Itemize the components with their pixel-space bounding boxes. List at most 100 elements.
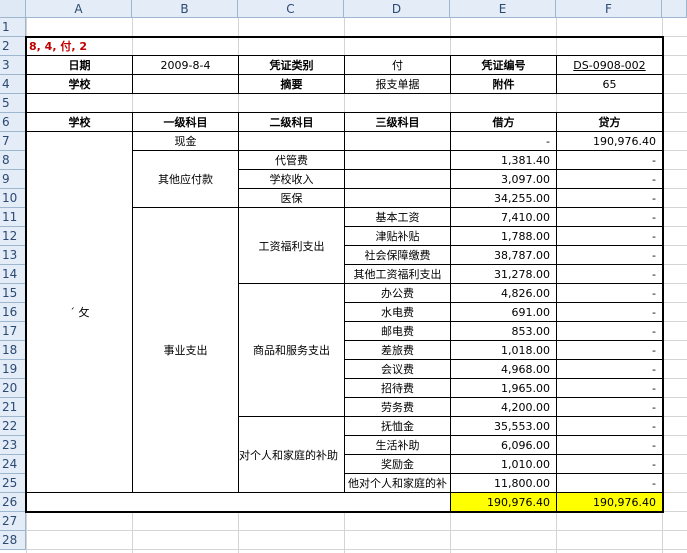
credit-amount[interactable]: - [557,265,662,283]
level3-account[interactable]: 邮电费 [345,322,450,340]
row-header-12[interactable]: 12 [0,227,26,246]
row-header-20[interactable]: 20 [0,379,26,398]
voucher-no-label[interactable]: 凭证编号 [451,56,556,74]
date-value[interactable]: 2009-8-4 [133,56,238,74]
debit-amount[interactable]: 31,278.00 [451,265,556,283]
total-debit[interactable]: 190,976.40 [451,493,556,511]
level2-salary-welfare[interactable]: 工资福利支出 [239,208,344,283]
debit-amount[interactable]: 3,097.00 [451,170,556,188]
debit-amount[interactable]: 1,381.40 [451,151,556,169]
column-header-A[interactable]: A [26,0,132,18]
credit-amount[interactable]: - [557,322,662,340]
column-header-E[interactable]: E [450,0,556,18]
level1-business-expense[interactable]: 事业支出 [133,208,238,492]
table-header-3[interactable]: 三级科目 [345,113,450,131]
level3-account[interactable]: 劳务费 [345,398,450,416]
credit-amount[interactable]: - [557,455,662,473]
table-header-0[interactable]: 学校 [27,113,132,131]
level2-daiguan[interactable]: 代管费 [239,151,344,169]
debit-amount[interactable]: 6,096.00 [451,436,556,454]
row-header-7[interactable]: 7 [0,132,26,151]
debit-amount[interactable]: 1,010.00 [451,455,556,473]
credit-amount[interactable]: - [557,284,662,302]
row-header-5[interactable]: 5 [0,94,26,113]
debit-amount[interactable]: 38,787.00 [451,246,556,264]
level3-account[interactable] [345,189,450,207]
row-header-1[interactable]: 1 [0,18,26,37]
school-label[interactable]: 学校 [27,75,132,93]
level3-account[interactable]: 津贴补贴 [345,227,450,245]
school-value[interactable] [133,75,238,93]
credit-amount[interactable]: - [557,417,662,435]
credit-amount[interactable]: - [557,227,662,245]
level2-medical[interactable]: 医保 [239,189,344,207]
column-header-F[interactable]: F [556,0,662,18]
row-header-26[interactable]: 26 [0,493,26,512]
level3-account[interactable]: 水电费 [345,303,450,321]
row-header-4[interactable]: 4 [0,75,26,94]
debit-amount[interactable]: 691.00 [451,303,556,321]
debit-amount[interactable]: 1,965.00 [451,379,556,397]
credit-amount[interactable]: - [557,170,662,188]
row-header-13[interactable]: 13 [0,246,26,265]
row-header-10[interactable]: 10 [0,189,26,208]
debit-amount[interactable]: 1,018.00 [451,341,556,359]
total-credit[interactable]: 190,976.40 [557,493,662,511]
attachment-label[interactable]: 附件 [451,75,556,93]
column-header-C[interactable]: C [238,0,344,18]
table-header-1[interactable]: 一级科目 [133,113,238,131]
level3-account[interactable]: 办公费 [345,284,450,302]
debit-amount[interactable]: 4,826.00 [451,284,556,302]
select-all-corner[interactable] [0,0,26,18]
debit-amount[interactable]: 4,968.00 [451,360,556,378]
row-header-3[interactable]: 3 [0,56,26,75]
credit-amount[interactable]: - [557,246,662,264]
row-header-22[interactable]: 22 [0,417,26,436]
debit-amount[interactable]: 853.00 [451,322,556,340]
level3-account[interactable]: 生活补助 [345,436,450,454]
debit-amount[interactable]: - [451,132,556,150]
date-label[interactable]: 日期 [27,56,132,74]
table-header-2[interactable]: 二级科目 [239,113,344,131]
credit-amount[interactable]: - [557,189,662,207]
level3-account[interactable]: 基本工资 [345,208,450,226]
level3-account[interactable]: 社会保障缴费 [345,246,450,264]
totals-blank[interactable] [27,493,450,511]
row-header-18[interactable]: 18 [0,341,26,360]
row-header-23[interactable]: 23 [0,436,26,455]
voucher-type-value[interactable]: 付 [345,56,450,74]
credit-amount[interactable]: - [557,474,662,492]
debit-amount[interactable]: 35,553.00 [451,417,556,435]
credit-amount[interactable]: - [557,303,662,321]
level3-account[interactable]: 差旅费 [345,341,450,359]
credit-amount[interactable]: - [557,436,662,454]
row-header-24[interactable]: 24 [0,455,26,474]
level3-account[interactable]: 抚恤金 [345,417,450,435]
debit-amount[interactable]: 11,800.00 [451,474,556,492]
level2-school-income[interactable]: 学校收入 [239,170,344,188]
level2-personal-subsidy[interactable]: 对个人和家庭的补助 [239,417,344,492]
row-header-9[interactable]: 9 [0,170,26,189]
row-header-6[interactable]: 6 [0,113,26,132]
column-header-B[interactable]: B [132,0,238,18]
level3-account[interactable] [345,151,450,169]
attachment-value[interactable]: 65 [557,75,662,93]
level1-other-payables[interactable]: 其他应付款 [133,151,238,207]
row-header-28[interactable]: 28 [0,531,26,550]
table-header-5[interactable]: 贷方 [557,113,662,131]
table-header-4[interactable]: 借方 [451,113,556,131]
level1-cash[interactable]: 现金 [133,132,238,150]
note-cell[interactable]: 8, 4, 付, 2 [27,37,177,55]
row-header-21[interactable]: 21 [0,398,26,417]
summary-label[interactable]: 摘要 [239,75,344,93]
level3-account[interactable]: 奖励金 [345,455,450,473]
row-header-17[interactable]: 17 [0,322,26,341]
level3-account[interactable] [345,170,450,188]
row-header-2[interactable]: 2 [0,37,26,56]
row-header-27[interactable]: 27 [0,512,26,531]
column-header-extra[interactable] [662,0,687,18]
voucher-no-value[interactable]: DS-0908-002 [557,56,662,74]
credit-amount[interactable]: - [557,379,662,397]
level3-account[interactable]: 他对个人和家庭的补 [345,474,450,492]
level3-account[interactable]: 会议费 [345,360,450,378]
